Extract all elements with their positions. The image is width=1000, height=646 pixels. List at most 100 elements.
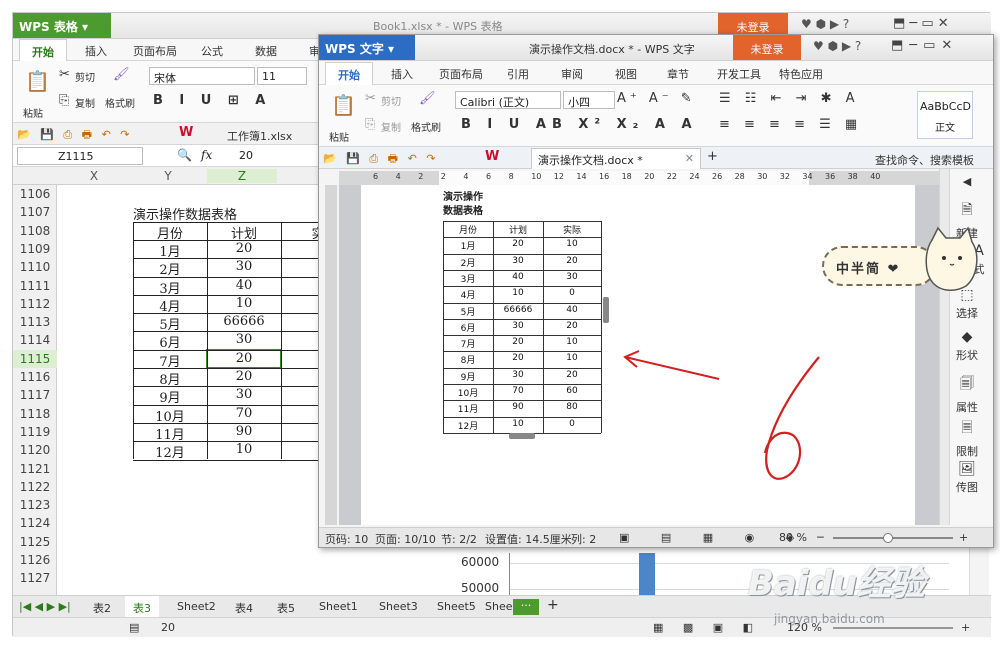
- spreadsheet-title-icons[interactable]: ♥ ⬢ ▶ ?: [801, 17, 849, 31]
- row-header[interactable]: 1108: [13, 222, 57, 240]
- ss-zoom-in-icon[interactable]: +: [961, 621, 970, 634]
- wr-font-name[interactable]: Calibri (正文): [455, 91, 561, 109]
- wr-format-icons[interactable]: B I U AB X² X₂ A A: [461, 117, 698, 132]
- wr-table-cell[interactable]: 40: [543, 303, 601, 319]
- ss-table-header[interactable]: 计划: [207, 222, 281, 242]
- ss-tab-data[interactable]: 数据: [255, 43, 277, 59]
- ss-table-cell[interactable]: 7月: [133, 350, 207, 370]
- wr-table-header[interactable]: 月份: [443, 221, 493, 237]
- writer-vertical-scrollbar[interactable]: [940, 169, 950, 525]
- ss-table-cell[interactable]: 5月: [133, 313, 207, 333]
- writer-title-icons[interactable]: ♥ ⬢ ▶ ?: [813, 39, 861, 53]
- wr-tab-features[interactable]: 特色应用: [779, 66, 823, 82]
- row-header[interactable]: 1109: [13, 240, 57, 258]
- wr-tab-chapter[interactable]: 章节: [667, 66, 689, 82]
- wr-table-add-col-handle[interactable]: [603, 297, 609, 323]
- row-header[interactable]: 1113: [13, 313, 57, 331]
- spreadsheet-window-controls[interactable]: ⬒ ─ ▭ ✕: [893, 16, 949, 31]
- sheet-tab[interactable]: 表5: [277, 600, 295, 616]
- row-header[interactable]: 1126: [13, 551, 57, 569]
- chart-bar[interactable]: [639, 553, 655, 595]
- wr-table-add-row-handle[interactable]: [509, 433, 535, 439]
- ss-table-cell[interactable]: 30: [207, 386, 281, 404]
- wr-table-cell[interactable]: 10: [493, 417, 543, 433]
- ss-table-cell[interactable]: 1月: [133, 240, 207, 260]
- row-header[interactable]: 1125: [13, 533, 57, 551]
- ss-font-name[interactable]: 宋体: [149, 67, 255, 85]
- wr-table-cell[interactable]: 20: [493, 335, 543, 351]
- ss-table-cell[interactable]: 11月: [133, 423, 207, 443]
- wr-table-header[interactable]: 计划: [493, 221, 543, 237]
- ss-table-cell[interactable]: 4月: [133, 295, 207, 315]
- row-header[interactable]: 1120: [13, 441, 57, 459]
- row-header[interactable]: 1115: [13, 349, 57, 368]
- row-header[interactable]: 1122: [13, 478, 57, 496]
- paste-icon[interactable]: 📋: [331, 93, 356, 117]
- ss-name-box[interactable]: Z1115: [17, 147, 143, 165]
- row-header[interactable]: 1119: [13, 423, 57, 441]
- sheet-tab[interactable]: Sheet1: [319, 600, 358, 613]
- wr-table-cell[interactable]: 66666: [493, 303, 543, 319]
- wr-tab-start[interactable]: 开始: [325, 62, 373, 85]
- wr-list-icons[interactable]: ☰ ☷ ⇤ ⇥ ✱ A: [719, 91, 860, 106]
- wr-table-cell[interactable]: 1月: [443, 237, 493, 253]
- wr-tab-insert[interactable]: 插入: [391, 66, 413, 82]
- wr-table-cell[interactable]: 6月: [443, 319, 493, 335]
- wr-qat-icons[interactable]: 📂 💾 ⎙ 🖶 ↶ ↷: [323, 150, 439, 169]
- row-header[interactable]: 1114: [13, 331, 57, 349]
- wr-data-table[interactable]: 月份 计划 实际 1月 20 10 2月 30 20 3月 40 30 4月 10 0 5月 66666 40 6月…: [443, 221, 603, 434]
- wr-table-cell[interactable]: 40: [493, 270, 543, 286]
- wr-table-cell[interactable]: 3月: [443, 270, 493, 286]
- wr-format-painter-label[interactable]: 格式刷: [411, 119, 441, 134]
- row-header[interactable]: 1107: [13, 203, 57, 221]
- ss-tab-start[interactable]: 开始: [19, 39, 67, 61]
- sheet-tab[interactable]: 表2: [93, 600, 111, 616]
- column-header-x[interactable]: X: [59, 169, 129, 183]
- wr-table-cell[interactable]: 30: [493, 254, 543, 270]
- wr-font-size[interactable]: 小四: [563, 91, 615, 109]
- new-tab-icon[interactable]: +: [707, 149, 718, 164]
- ss-format-icons[interactable]: B I U ⊞ A: [153, 93, 271, 108]
- wr-table-cell[interactable]: 10: [543, 237, 601, 253]
- wr-table-cell[interactable]: 12月: [443, 417, 493, 433]
- wr-table-cell[interactable]: 10: [543, 351, 601, 367]
- wr-table-cell[interactable]: 9月: [443, 368, 493, 384]
- writer-vertical-ruler[interactable]: [325, 185, 337, 525]
- zoom-search-icon[interactable]: 🔍: [177, 148, 192, 162]
- ss-table-cell[interactable]: 70: [207, 405, 281, 423]
- wr-tab-view[interactable]: 视图: [615, 66, 637, 82]
- ss-table-cell[interactable]: 20: [207, 368, 281, 386]
- wr-table-cell[interactable]: 70: [493, 384, 543, 400]
- wr-table-cell[interactable]: 60: [543, 384, 601, 400]
- ss-table-cell[interactable]: 90: [207, 423, 281, 441]
- more-sheets-button[interactable]: ···: [513, 599, 539, 615]
- wr-table-cell[interactable]: 10月: [443, 384, 493, 400]
- wr-table-cell[interactable]: 0: [543, 286, 601, 302]
- wr-align-icons[interactable]: ≡ ≡ ≡ ≡ ☰ ▦: [719, 117, 862, 132]
- row-header[interactable]: 1127: [13, 569, 57, 587]
- wr-table-cell[interactable]: 30: [543, 270, 601, 286]
- format-painter-icon[interactable]: 🖌: [419, 91, 436, 106]
- wr-tab-reference[interactable]: 引用: [507, 66, 529, 82]
- spreadsheet-app-button[interactable]: WPS 表格 ▾: [13, 13, 111, 38]
- copy-icon[interactable]: ⎘: [365, 117, 375, 132]
- wr-paste-label[interactable]: 粘贴: [329, 129, 349, 144]
- format-painter-icon[interactable]: 🖌: [113, 67, 130, 82]
- wr-table-cell[interactable]: 20: [493, 237, 543, 253]
- wr-tab-review[interactable]: 审阅: [561, 66, 583, 82]
- ss-tab-layout[interactable]: 页面布局: [133, 43, 177, 59]
- add-sheet-icon[interactable]: +: [547, 597, 559, 613]
- writer-app-button[interactable]: WPS 文字 ▾: [319, 35, 415, 60]
- sheet-tab[interactable]: Sheet3: [379, 600, 418, 613]
- wr-table-cell[interactable]: 8月: [443, 351, 493, 367]
- ss-format-painter-label[interactable]: 格式刷: [105, 95, 135, 110]
- ss-table-cell[interactable]: 30: [207, 258, 281, 276]
- ss-table-cell[interactable]: 10: [207, 441, 281, 459]
- wr-table-cell[interactable]: 2月: [443, 254, 493, 270]
- wr-table-cell[interactable]: 20: [543, 254, 601, 270]
- wr-style-gallery[interactable]: AaBbCcD 正文: [917, 91, 973, 139]
- ss-tab-formula[interactable]: 公式: [201, 43, 223, 59]
- wr-table-cell[interactable]: 30: [493, 319, 543, 335]
- zoom-in-icon[interactable]: +: [959, 531, 968, 544]
- ss-cut-label[interactable]: 剪切: [75, 69, 95, 84]
